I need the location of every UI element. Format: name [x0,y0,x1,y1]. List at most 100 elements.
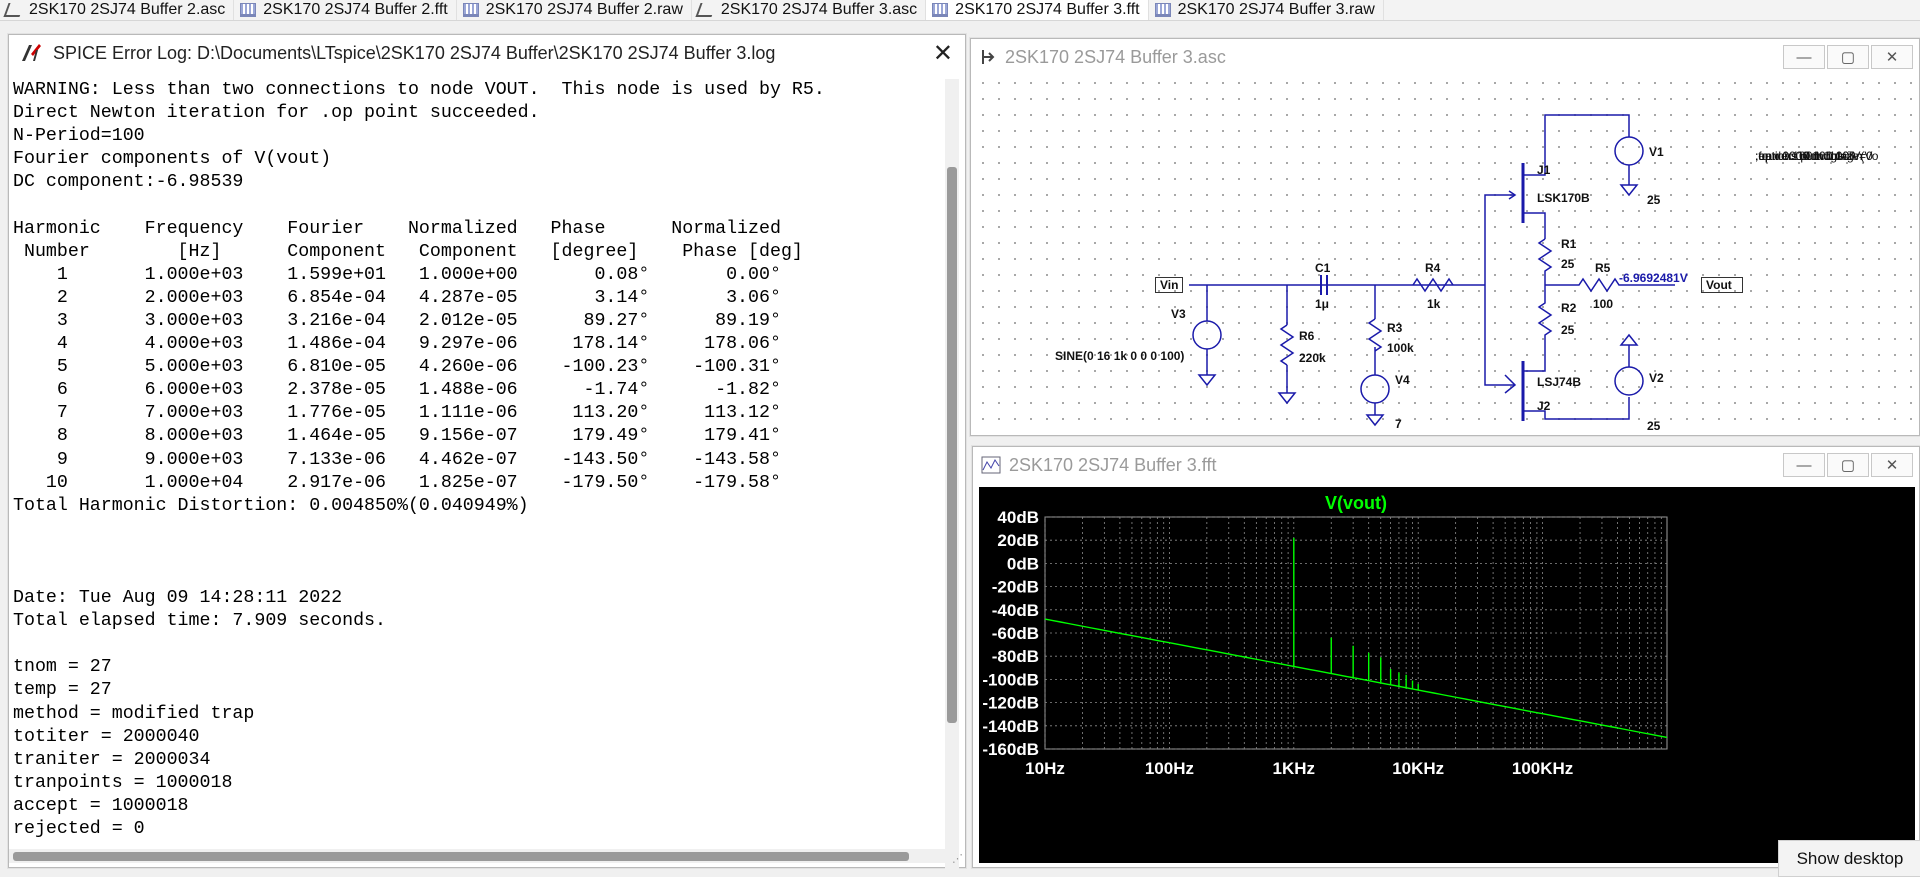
x-tick-label: 10Hz [1025,759,1065,778]
log-line: 8 8.000e+03 1.464e-05 9.156e-07 179.49° … [13,426,781,447]
net-label-vin[interactable]: Vin [1155,277,1184,293]
log-line: 9 9.000e+03 7.133e-06 4.462e-07 -143.50°… [13,449,781,470]
log-line: tnom = 27 [13,657,112,678]
part-lsj74b[interactable]: LSJ74B [1537,375,1581,389]
ltspice-app-icon [22,44,41,61]
show-desktop-tooltip: Show desktop [1778,840,1920,877]
value-r4[interactable]: 1k [1427,297,1440,311]
y-tick-label: -60dB [992,624,1039,643]
tab-2[interactable]: 2SK170 2SJ74 Buffer 2.raw [457,0,692,20]
close-icon[interactable]: ✕ [933,39,953,68]
log-line: Direct Newton iteration for .op point su… [13,103,540,124]
label-j1[interactable]: J1 [1537,163,1550,177]
horizontal-scroll-thumb[interactable] [13,852,909,861]
value-r1[interactable]: 25 [1561,257,1574,271]
value-v4[interactable]: 7 [1395,417,1402,431]
log-line: Number [Hz] Component Component [degree]… [13,241,803,262]
directive-line[interactable]: .options plotwinsize=0 [1755,147,1873,166]
chart-title: V(vout) [1325,493,1387,513]
log-line: 10 1.000e+04 2.917e-06 1.825e-07 -179.50… [13,472,781,493]
log-line: totiter = 2000040 [13,726,200,747]
label-v1[interactable]: V1 [1649,145,1664,159]
log-line: N-Period=100 [13,126,145,147]
resize-grip-icon[interactable]: ⋰ [952,852,963,865]
tab-label: 2SK170 2SJ74 Buffer 2.fft [263,1,448,18]
label-r4[interactable]: R4 [1425,261,1440,275]
label-r6[interactable]: R6 [1299,329,1314,343]
label-v4[interactable]: V4 [1395,373,1410,387]
y-tick-label: -140dB [982,717,1039,736]
label-c1[interactable]: C1 [1315,261,1330,275]
maximize-button[interactable]: ▢ [1827,453,1869,477]
waveform-icon [462,3,479,17]
tab-label: 2SK170 2SJ74 Buffer 2.asc [29,1,226,18]
tab-1[interactable]: 2SK170 2SJ74 Buffer 2.fft [234,0,457,20]
value-r2[interactable]: 25 [1561,323,1574,337]
value-r5[interactable]: 100 [1593,297,1613,311]
tab-label: 2SK170 2SJ74 Buffer 3.fft [955,1,1140,18]
spice-error-log-window: SPICE Error Log: D:\Documents\LTspice\2S… [8,34,966,869]
value-r6[interactable]: 220k [1299,351,1326,365]
log-text-area[interactable]: WARNING: Less than two connections to no… [13,79,938,875]
log-line: Harmonic Frequency Fourier Normalized Ph… [13,218,781,239]
part-lsk170b[interactable]: LSK170B [1537,191,1590,205]
label-v2[interactable]: V2 [1649,371,1664,385]
vertical-scroll-thumb[interactable] [947,167,957,723]
tab-4[interactable]: 2SK170 2SJ74 Buffer 3.fft [926,0,1149,20]
log-line: 1 1.000e+03 1.599e+01 1.000e+00 0.08° 0.… [13,264,781,285]
schematic-icon [3,3,25,17]
source-sine-spec[interactable]: SINE(0 16 1k 0 0 0 100) [1055,349,1184,363]
maximize-icon: ▢ [1840,49,1856,66]
maximize-button[interactable]: ▢ [1827,45,1869,69]
fft-plot-area[interactable]: 40dB 20dB 0dB -20dB -40dB -60dB -80dB -100dB -12… [979,487,1915,863]
log-line: method = modified trap [13,703,255,724]
log-line: 2 2.000e+03 6.854e-04 4.287e-05 3.14° 3.… [13,287,781,308]
y-tick-label: -40dB [992,601,1039,620]
label-r2[interactable]: R2 [1561,301,1576,315]
y-tick-label: 20dB [997,531,1039,550]
log-line: 7 7.000e+03 1.776e-05 1.111e-06 113.20° … [13,403,781,424]
log-line: 3 3.000e+03 3.216e-04 2.012e-05 89.27° 8… [13,310,781,331]
schematic-icon [695,3,717,17]
label-r3[interactable]: R3 [1387,321,1402,335]
value-v2[interactable]: 25 [1647,419,1660,431]
schematic-icon [982,50,995,64]
value-r3[interactable]: 100k [1387,341,1414,355]
close-button[interactable]: ✕ [1871,453,1913,477]
label-v3[interactable]: V3 [1171,307,1186,321]
fft-window-title: 2SK170 2SJ74 Buffer 3.fft [1009,454,1217,475]
close-button[interactable]: ✕ [1871,45,1913,69]
tab-5[interactable]: 2SK170 2SJ74 Buffer 3.raw [1149,0,1384,20]
vertical-scrollbar[interactable] [945,79,959,869]
net-label-vout[interactable]: Vout [1701,277,1743,293]
tab-3[interactable]: 2SK170 2SJ74 Buffer 3.asc [692,0,927,20]
value-v1[interactable]: 25 [1647,193,1660,207]
y-tick-label: 0dB [1007,554,1039,573]
value-c1[interactable]: 1μ [1315,297,1329,311]
tab-0[interactable]: 2SK170 2SJ74 Buffer 2.asc [0,0,235,20]
minimize-button[interactable]: — [1783,45,1825,69]
x-tick-label: 100KHz [1512,759,1573,778]
label-r1[interactable]: R1 [1561,237,1576,251]
close-icon: ✕ [1885,457,1899,474]
x-tick-label: 100Hz [1145,759,1194,778]
log-line: 6 6.000e+03 2.378e-05 1.488e-06 -1.74° -… [13,380,781,401]
minimize-button[interactable]: — [1783,453,1825,477]
x-tick-label: 10KHz [1392,759,1444,778]
log-line: Fourier components of V(vout) [13,149,332,170]
log-line: Total Harmonic Distortion: 0.004850%(0.0… [13,495,529,516]
horizontal-scrollbar[interactable] [9,849,955,863]
fft-chart[interactable]: 40dB 20dB 0dB -20dB -40dB -60dB -80dB -100dB -12… [979,487,1915,863]
label-j2[interactable]: J2 [1537,399,1550,413]
waveform-icon [932,3,949,17]
tab-label: 2SK170 2SJ74 Buffer 2.raw [485,1,683,18]
label-r5[interactable]: R5 [1595,261,1610,275]
y-tick-label: 40dB [997,508,1039,527]
close-icon: ✕ [1885,49,1899,66]
schematic-canvas[interactable]: Vin C1 1μ R4 1k V3 R6 220k R3 100k SINE(… [975,75,1915,431]
log-line: tranpoints = 1000018 [13,772,233,793]
